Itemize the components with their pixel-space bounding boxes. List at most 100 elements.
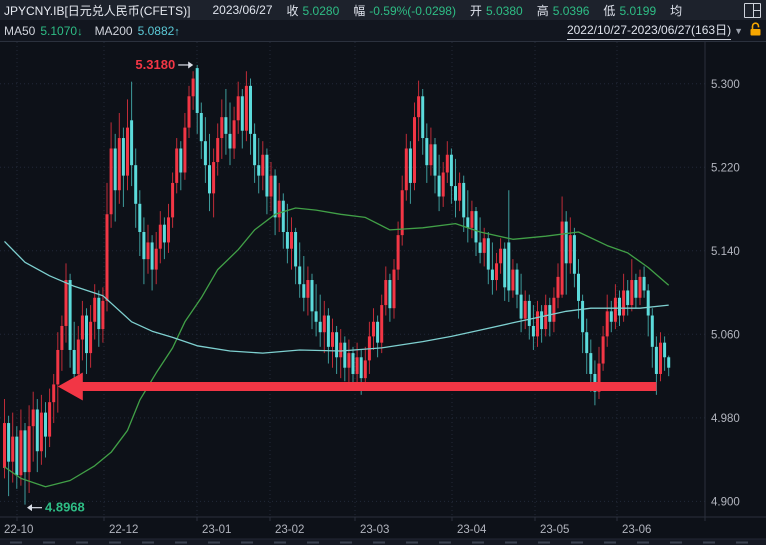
candle-up bbox=[188, 96, 191, 127]
candle-up bbox=[499, 249, 502, 264]
candle-down bbox=[253, 134, 256, 165]
candle-up bbox=[155, 249, 158, 270]
candle-up bbox=[397, 235, 400, 269]
quote-toolbar: JPYCNY.IB[日元兑人民币(CFETS)] 2023/06/27 收5.0… bbox=[0, 0, 766, 42]
candle-up bbox=[552, 298, 555, 322]
ma200-value: 5.0882↑ bbox=[138, 24, 180, 38]
candle-up bbox=[384, 280, 387, 305]
candle-down bbox=[581, 301, 584, 332]
candle-down bbox=[85, 316, 88, 354]
y-axis-label: 5.220 bbox=[711, 162, 740, 174]
low-annotation-label: 4.8968 bbox=[45, 500, 85, 515]
candle-down bbox=[229, 134, 232, 149]
scrollbar-notch bbox=[142, 542, 154, 544]
x-axis-label: 22-12 bbox=[109, 524, 138, 536]
scrollbar-notch bbox=[43, 542, 55, 544]
candle-down bbox=[298, 266, 301, 284]
candle-up bbox=[261, 155, 264, 176]
candle-up bbox=[323, 316, 326, 333]
scrollbar-notch bbox=[604, 542, 616, 544]
candle-down bbox=[487, 238, 490, 269]
date-range-selector[interactable]: 2022/10/27-2023/06/27(163日) ▼ bbox=[567, 21, 743, 40]
candle-up bbox=[106, 214, 109, 301]
candle-up bbox=[557, 277, 560, 298]
candle-up bbox=[77, 340, 80, 374]
candle-down bbox=[130, 120, 133, 165]
candle-up bbox=[659, 343, 662, 374]
candle-up bbox=[331, 332, 334, 347]
candle-down bbox=[655, 347, 658, 374]
candle-up bbox=[356, 357, 359, 374]
candle-down bbox=[516, 270, 519, 295]
candle-down bbox=[491, 270, 494, 280]
candle-up bbox=[606, 311, 609, 336]
candle-down bbox=[589, 353, 592, 374]
date-range-text: 2022/10/27-2023/06/27(163日) bbox=[567, 21, 731, 40]
price-chart[interactable]: 5.31804.89685.3005.2205.1405.0604.9804.9… bbox=[0, 0, 766, 545]
candle-down bbox=[282, 201, 285, 232]
candle-down bbox=[585, 332, 588, 353]
scrollbar-notch bbox=[736, 542, 748, 544]
candle-up bbox=[56, 350, 59, 384]
x-axis-label: 23-05 bbox=[540, 524, 569, 536]
candle-down bbox=[462, 183, 465, 217]
candle-up bbox=[167, 217, 170, 242]
candle-down bbox=[73, 350, 76, 374]
candle-down bbox=[626, 290, 629, 305]
candle-down bbox=[200, 113, 203, 141]
unlock-icon[interactable] bbox=[749, 22, 762, 39]
candle-up bbox=[245, 86, 248, 131]
candle-down bbox=[540, 311, 543, 329]
scrollbar-notch bbox=[637, 542, 649, 544]
candle-up bbox=[442, 172, 445, 196]
candle-up bbox=[147, 242, 150, 259]
candle-up bbox=[220, 117, 223, 138]
candle-up bbox=[536, 311, 539, 336]
candle-down bbox=[274, 176, 277, 218]
x-axis-label: 23-01 bbox=[202, 524, 231, 536]
candle-up bbox=[101, 301, 104, 329]
candle-up bbox=[393, 270, 396, 309]
candle-down bbox=[438, 176, 441, 197]
ma-legend-row: MA50 5.1070↓ MA200 5.0882↑ 2022/10/27-20… bbox=[0, 20, 766, 42]
layout-grid-icon[interactable] bbox=[744, 3, 761, 18]
candle-up bbox=[561, 222, 564, 295]
quote-field-open: 开5.0380 bbox=[470, 2, 523, 19]
ma50-value: 5.1070↓ bbox=[40, 24, 82, 38]
open-value: 5.0380 bbox=[486, 4, 523, 18]
candle-down bbox=[409, 148, 412, 182]
candle-down bbox=[319, 322, 322, 332]
y-axis-label: 5.060 bbox=[711, 329, 740, 341]
scrollbar-notch bbox=[373, 542, 385, 544]
scrollbar-notch bbox=[241, 542, 253, 544]
candle-down bbox=[315, 311, 318, 321]
scrollbar-notch bbox=[109, 542, 121, 544]
candle-up bbox=[270, 176, 273, 197]
candle-up bbox=[126, 128, 129, 176]
y-axis-label: 4.900 bbox=[711, 496, 740, 508]
candle-up bbox=[159, 225, 162, 249]
candle-down bbox=[475, 211, 478, 242]
candle-down bbox=[450, 155, 453, 186]
high-annotation-label: 5.3180 bbox=[135, 57, 175, 72]
candle-up bbox=[413, 117, 416, 183]
quote-field-high: 高5.0396 bbox=[537, 2, 590, 19]
candle-up bbox=[212, 162, 215, 193]
y-axis-label: 5.140 bbox=[711, 246, 740, 258]
candle-down bbox=[44, 413, 47, 437]
candle-down bbox=[479, 242, 482, 252]
candle-up bbox=[278, 201, 281, 218]
candle-down bbox=[302, 284, 305, 298]
candle-down bbox=[610, 311, 613, 321]
candle-down bbox=[122, 138, 125, 176]
candle-down bbox=[507, 242, 510, 290]
quote-field-low: 低5.0199 bbox=[603, 2, 656, 19]
close-value: 5.0280 bbox=[303, 4, 340, 18]
candle-down bbox=[528, 301, 531, 326]
x-axis-label: 23-03 bbox=[360, 524, 389, 536]
trading-app-window: 5.31804.89685.3005.2205.1405.0604.9804.9… bbox=[0, 0, 766, 545]
candle-down bbox=[532, 326, 535, 336]
candle-up bbox=[339, 343, 342, 358]
candle-down bbox=[204, 141, 207, 165]
candle-down bbox=[138, 204, 141, 232]
